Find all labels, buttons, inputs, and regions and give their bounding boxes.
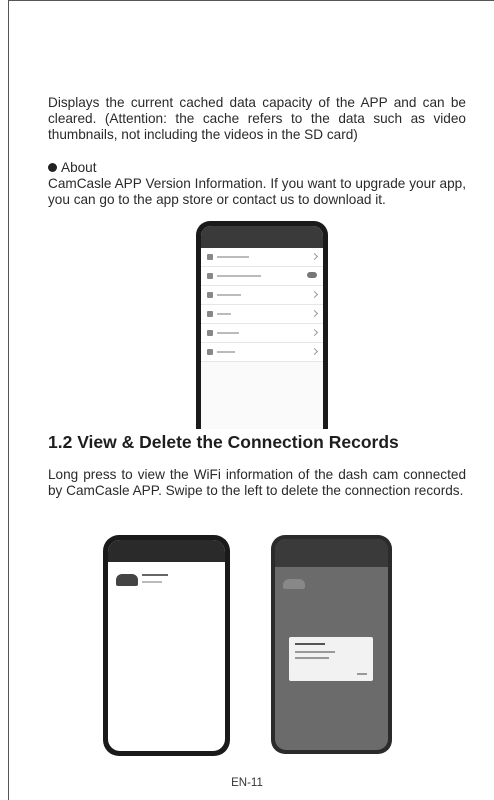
connection-record-item [116, 570, 212, 592]
about-bullet: About [48, 160, 97, 176]
page-border-top [8, 0, 494, 1]
settings-screenshot-phone [196, 221, 328, 429]
section-heading: 1.2 View & Delete the Connection Records [48, 432, 399, 452]
page-border-left [8, 0, 9, 800]
section-paragraph: Long press to view the WiFi information … [48, 467, 466, 498]
settings-row [201, 267, 323, 286]
settings-row [201, 286, 323, 305]
settings-screenshot-screen [201, 226, 323, 429]
settings-row [201, 248, 323, 267]
settings-screenshot-header [201, 226, 323, 248]
wifi-info-screenshot-header [275, 539, 388, 567]
page-number: EN-11 [231, 777, 263, 789]
settings-row [201, 343, 323, 362]
settings-row [201, 324, 323, 343]
settings-row [201, 305, 323, 324]
wifi-info-screenshot-phone [271, 535, 392, 754]
about-paragraph: CamCasle APP Version Information. If you… [48, 176, 466, 207]
bullet-dot-icon [48, 163, 57, 172]
connection-record-screenshot-phone [103, 535, 230, 756]
manual-page: Displays the current cached data capacit… [0, 0, 494, 800]
dash-cam-icon [116, 574, 138, 586]
wifi-info-screenshot-screen [275, 539, 388, 750]
cache-paragraph: Displays the current cached data capacit… [48, 95, 466, 142]
about-bullet-label: About [61, 160, 97, 175]
connection-record-screenshot-screen [108, 540, 225, 751]
wifi-info-dialog [289, 637, 373, 681]
connection-record-screenshot-header [108, 540, 225, 562]
dash-cam-icon [283, 579, 305, 589]
